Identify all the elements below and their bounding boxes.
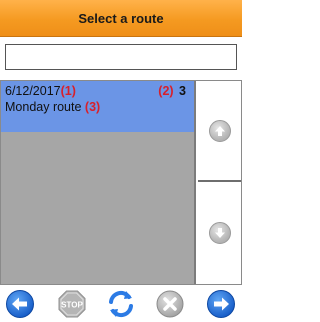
bottom-toolbar: STOP: [0, 286, 242, 322]
scroll-down-button[interactable]: [198, 182, 241, 284]
arrow-right-icon: [207, 290, 235, 318]
arrow-left-icon: [6, 290, 34, 318]
route-count: 3: [179, 84, 186, 98]
route-count-marker: (2): [158, 84, 174, 98]
route-list-panel: 6/12/2017(1) (2) 3 Monday route (3): [0, 80, 242, 285]
title-bar: Select a route: [0, 0, 242, 37]
close-icon: [156, 290, 184, 318]
scroll-up-button[interactable]: [198, 81, 241, 182]
stop-sign-icon: STOP: [58, 290, 86, 318]
refresh-icon: [109, 290, 133, 318]
scroll-column: [198, 81, 241, 284]
arrow-down-icon: [208, 222, 231, 244]
search-input[interactable]: [5, 44, 237, 70]
route-name: Monday route: [5, 100, 82, 114]
route-date-group: 6/12/2017(1): [5, 84, 76, 98]
route-date-marker: (1): [60, 84, 76, 98]
next-button[interactable]: [205, 288, 237, 320]
route-list-item[interactable]: 6/12/2017(1) (2) 3 Monday route (3): [1, 81, 194, 132]
refresh-button[interactable]: [105, 288, 137, 320]
route-count-group: (2) 3: [158, 84, 186, 98]
route-date: 6/12/2017: [5, 84, 61, 98]
back-button[interactable]: [4, 288, 36, 320]
page-title: Select a route: [78, 10, 164, 26]
stop-label: STOP: [61, 301, 83, 310]
stop-button[interactable]: STOP: [56, 288, 88, 320]
route-name-marker: (3): [84, 100, 101, 114]
cancel-button[interactable]: [154, 288, 186, 320]
route-name-group: Monday route (3): [5, 100, 100, 114]
arrow-up-icon: [208, 119, 231, 142]
route-list[interactable]: 6/12/2017(1) (2) 3 Monday route (3): [1, 81, 196, 284]
